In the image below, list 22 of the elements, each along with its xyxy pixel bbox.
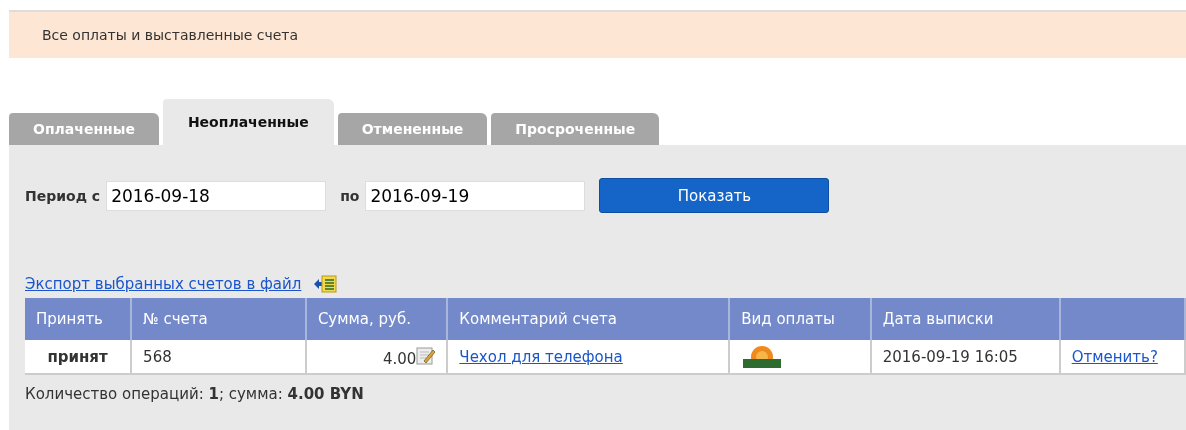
column-header: Сумма, руб. bbox=[305, 298, 448, 340]
show-button[interactable]: Показать bbox=[599, 178, 830, 213]
table-cell: 568 bbox=[131, 340, 306, 374]
header-bar: Все оплаты и выставленные счета bbox=[9, 10, 1186, 58]
amount-text: 4.00 bbox=[382, 349, 417, 368]
to-label: по bbox=[340, 187, 360, 204]
date-to-field[interactable]: 2016-09-19 bbox=[365, 180, 586, 211]
export-icon[interactable] bbox=[313, 274, 338, 294]
summary-text: Количество операций: 1; сумма: 4.00 BYN bbox=[25, 385, 365, 403]
tab[interactable]: Неоплаченные bbox=[162, 99, 334, 145]
column-header: Вид оплаты bbox=[729, 298, 871, 340]
table-cell: 2016-09-19 16:05 bbox=[870, 340, 1060, 374]
date-from-field[interactable]: 2016-09-18 bbox=[106, 180, 327, 211]
export-link[interactable]: Экспорт выбранных счетов в файл bbox=[25, 275, 302, 293]
column-header: № счета bbox=[131, 298, 306, 340]
edit-icon[interactable] bbox=[416, 345, 437, 366]
column-header: Принять bbox=[25, 298, 132, 340]
table-cell: принят bbox=[25, 340, 132, 374]
column-header: Дата выписки bbox=[870, 298, 1060, 340]
period-label: Период с bbox=[25, 187, 101, 204]
payment-logo-icon bbox=[741, 343, 784, 370]
column-header: Комментарий счета bbox=[447, 298, 730, 340]
